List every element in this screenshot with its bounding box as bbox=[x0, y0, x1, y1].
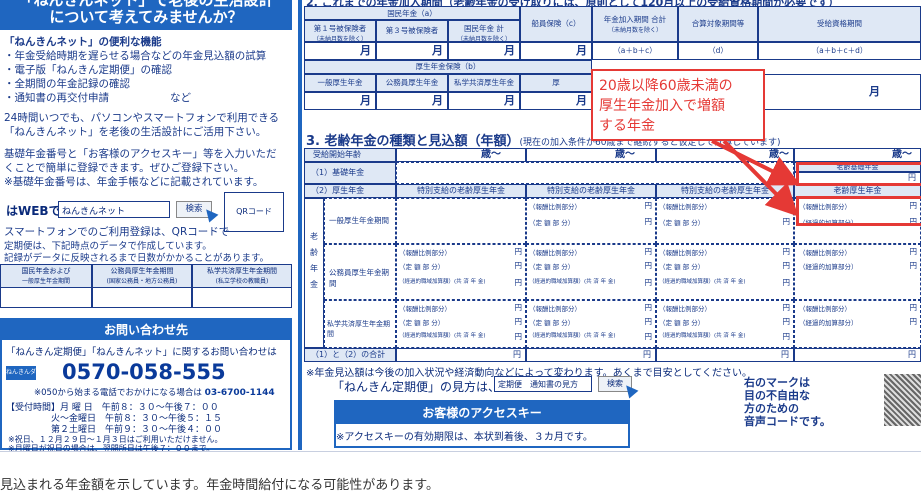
holiday-note: ※月曜日が祝日の場合は、翌開所日は午後７：００まで。 bbox=[8, 444, 215, 453]
qr-code-box: QRコード bbox=[224, 192, 284, 232]
contact-title: お問い合わせ先 bbox=[2, 320, 290, 340]
register-line: 基礎年金番号と「お客様のアクセスキー」等を入力いただ bbox=[4, 148, 277, 160]
banner-line-2: について考えてみませんか？ bbox=[49, 8, 243, 26]
access-key-note: ※アクセスキーの有効期限は、本状到着後、３カ月です。 bbox=[336, 432, 593, 443]
register-line: ※基礎年金番号は、年金手帳などに記載されています。 bbox=[4, 176, 264, 188]
smartphone-note: スマートフォンでのご利用登録は、QRコードで bbox=[4, 226, 230, 238]
contact-box: お問い合わせ先 「ねんきん定期便」「ねんきんネット」に関するお問い合わせは ねん… bbox=[0, 318, 292, 453]
intro-line: 24時間いつでも、パソコンやスマートフォンで利用できる bbox=[4, 112, 280, 124]
howto-search-input[interactable]: 定期便 通知書の見方 bbox=[494, 376, 592, 392]
features-title: 「ねんきんネット」の便利な機能 bbox=[4, 36, 162, 48]
period-cell bbox=[192, 288, 292, 308]
annotation-line: 厚生年金加入で増額 bbox=[599, 98, 725, 114]
howto-label: 「ねんきん定期便」の見方は、 bbox=[332, 380, 501, 394]
banner-line-1: 「ねんきんネット」で老後の生活設計 bbox=[18, 0, 274, 9]
annotation-line: する年金 bbox=[599, 118, 655, 134]
register-line: くことで簡単に登録できます。ぜひご登録下さい。 bbox=[4, 162, 245, 174]
intro-line: 「ねんきんネット」を老後の生活設計にご活用下さい。 bbox=[4, 126, 267, 138]
data-note: 記録がデータに反映されるまで日数がかかることがあります。 bbox=[4, 253, 270, 264]
left-panel: 「ねんきんネット」で老後の生活設計 について考えてみませんか？ 「ねんきんネット… bbox=[0, 0, 292, 453]
contact-intro: 「ねんきん定期便」「ねんきんネット」に関するお問い合わせは bbox=[6, 347, 277, 358]
voice-code-text: 右のマークは 目の不自由な 方のための 音声コードです。 bbox=[744, 376, 831, 428]
bottom-caption: 見込まれる年金額を示しています。年金時間給付になる可能性があります。 bbox=[0, 478, 440, 493]
annotation-bubble: 20歳以降60歳未満の 厚生年金加入で増額 する年金 bbox=[591, 69, 765, 141]
promo-banner: 「ねんきんネット」で老後の生活設計 について考えてみませんか？ bbox=[0, 0, 292, 30]
period-cell bbox=[92, 288, 192, 308]
alt-phone-note: ※050から始まる電話でおかけになる場合は 03-6700-1144 bbox=[34, 388, 275, 398]
access-key-title: お客様のアクセスキー bbox=[336, 402, 628, 424]
annotation-line: 20歳以降60歳未満の bbox=[599, 78, 733, 94]
arrow-to-kiso bbox=[711, 139, 801, 186]
right-panel: 2. これまでの年金加入期間（老齢年金の受け取りには、原則として120月以上の受… bbox=[304, 0, 921, 450]
web-search-input[interactable]: ねんきんネット bbox=[58, 201, 170, 218]
web-label: はWEBで bbox=[6, 204, 61, 218]
bottom-divider bbox=[0, 451, 921, 452]
period-cell bbox=[0, 288, 92, 308]
period-header: 公務員厚生年金期間 (国家公務員・地方公務員) bbox=[92, 264, 192, 288]
feature-item: ・年金受給時期を遅らせる場合などの年金見込額の試算 bbox=[4, 50, 267, 62]
feature-etc: など bbox=[170, 92, 191, 104]
nenkin-dial-logo: ねんきんダイヤル bbox=[6, 366, 36, 390]
period-header: 国民年金および 一般厚生年金期間 bbox=[0, 264, 92, 288]
phone-number[interactable]: 0570-058-555 bbox=[62, 360, 226, 384]
period-table-row bbox=[0, 288, 292, 308]
period-table-header: 国民年金および 一般厚生年金期間 公務員厚生年金期間 (国家公務員・地方公務員) 私… bbox=[0, 264, 292, 288]
voice-code-qr-icon bbox=[884, 374, 921, 426]
feature-item: ・通知書の再交付申請 bbox=[4, 92, 109, 104]
panel-divider bbox=[298, 0, 302, 450]
period-header: 私学共済厚生年金期間 (私立学校の教職員) bbox=[192, 264, 292, 288]
feature-item: ・電子版「ねんきん定期便」の確認 bbox=[4, 64, 172, 76]
feature-item: ・全期間の年金記録の確認 bbox=[4, 78, 130, 90]
